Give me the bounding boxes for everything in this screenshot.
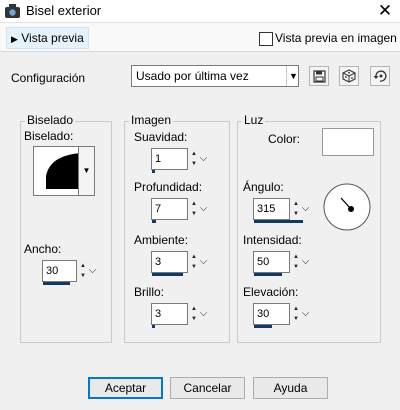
light-color-swatch[interactable]	[322, 128, 374, 156]
randomize-button[interactable]	[339, 66, 359, 86]
image-track-1	[152, 220, 156, 223]
image-track-0	[152, 170, 155, 173]
light-spinner-2[interactable]: 30 ▲ ▼ ⌵	[253, 303, 311, 325]
light-label-1: Intensidad:	[243, 233, 302, 247]
preview-toggle[interactable]: ▶ Vista previa	[6, 27, 89, 49]
light-spinner-1[interactable]: 50 ▲ ▼ ⌵	[253, 251, 311, 273]
chevron-down-icon[interactable]: ⌵	[87, 261, 98, 281]
bevel-shape-label: Biselado:	[24, 129, 74, 143]
chevron-down-icon: ▼	[82, 166, 91, 175]
light-label-0: Ángulo:	[243, 180, 284, 194]
config-label: Configuración	[11, 71, 86, 85]
window-title: Bisel exterior	[26, 3, 102, 18]
image-spinner-3[interactable]: 3 ▲ ▼ ⌵	[151, 303, 209, 325]
image-input-1[interactable]: 7	[151, 198, 188, 220]
close-icon[interactable]: ✕	[376, 1, 394, 21]
preview-image-checkbox[interactable]	[259, 32, 273, 46]
chevron-down-icon[interactable]: ⌵	[300, 252, 311, 272]
save-preset-icon	[313, 70, 326, 83]
light-label-2: Elevación:	[243, 285, 299, 299]
image-label-2: Ambiente:	[134, 233, 189, 247]
light-input-2[interactable]: 30	[253, 303, 290, 325]
reset-icon	[373, 70, 387, 82]
image-spinner-2[interactable]: 3 ▲ ▼ ⌵	[151, 251, 209, 273]
chevron-down-icon[interactable]: ⌵	[198, 149, 209, 169]
preset-value: Usado por última vez	[136, 69, 249, 83]
image-label-0: Suavidad:	[134, 130, 188, 144]
bevel-width-input[interactable]: 30	[42, 260, 77, 282]
image-track-3	[152, 325, 155, 328]
cancel-button[interactable]: Cancelar	[170, 377, 245, 399]
bevel-group-label: Biselado	[25, 113, 76, 127]
image-label-1: Profundidad:	[134, 180, 203, 194]
help-button[interactable]: Ayuda	[253, 377, 328, 399]
app-icon	[5, 4, 20, 18]
save-preset-button[interactable]	[309, 66, 329, 86]
image-input-0[interactable]: 1	[151, 148, 188, 170]
bevel-width-label: Ancho:	[24, 242, 62, 256]
randomize-icon	[342, 69, 356, 83]
image-input-2[interactable]: 3	[151, 251, 188, 273]
light-spinner-0[interactable]: 315 ▲ ▼ ⌵	[253, 198, 311, 220]
chevron-down-icon[interactable]: ⌵	[198, 199, 209, 219]
bevel-shape-dropdown[interactable]: ▼	[78, 146, 95, 196]
chevron-down-icon[interactable]: ⌵	[300, 199, 311, 219]
image-spinner-0[interactable]: 1 ▲ ▼ ⌵	[151, 148, 209, 170]
light-track-2	[254, 325, 272, 328]
light-track-0	[254, 220, 303, 223]
light-track-1	[254, 273, 282, 276]
expand-triangle-icon: ▶	[11, 34, 18, 44]
image-spinner-1[interactable]: 7 ▲ ▼ ⌵	[151, 198, 209, 220]
light-input-0[interactable]: 315	[253, 198, 290, 220]
light-input-1[interactable]: 50	[253, 251, 290, 273]
preview-image-label: Vista previa en imagen	[275, 31, 397, 45]
chevron-down-icon[interactable]: ⌵	[300, 304, 311, 324]
angle-dial[interactable]	[322, 182, 372, 232]
image-label-3: Brillo:	[134, 285, 165, 299]
chevron-down-icon: ▼	[286, 66, 300, 86]
light-group-label: Luz	[242, 113, 266, 127]
light-color-label: Color:	[268, 132, 301, 146]
bevel-width-track	[43, 282, 70, 285]
chevron-down-icon[interactable]: ⌵	[198, 304, 209, 324]
bevel-width-spinner[interactable]: 30 ▲ ▼ ⌵	[42, 260, 98, 282]
preview-toggle-label: Vista previa	[21, 31, 84, 45]
image-input-3[interactable]: 3	[151, 303, 188, 325]
image-group-label: Imagen	[129, 113, 174, 127]
accept-button[interactable]: Aceptar	[88, 377, 163, 399]
image-track-2	[152, 273, 183, 276]
reset-button[interactable]	[370, 66, 390, 86]
chevron-down-icon[interactable]: ⌵	[198, 252, 209, 272]
